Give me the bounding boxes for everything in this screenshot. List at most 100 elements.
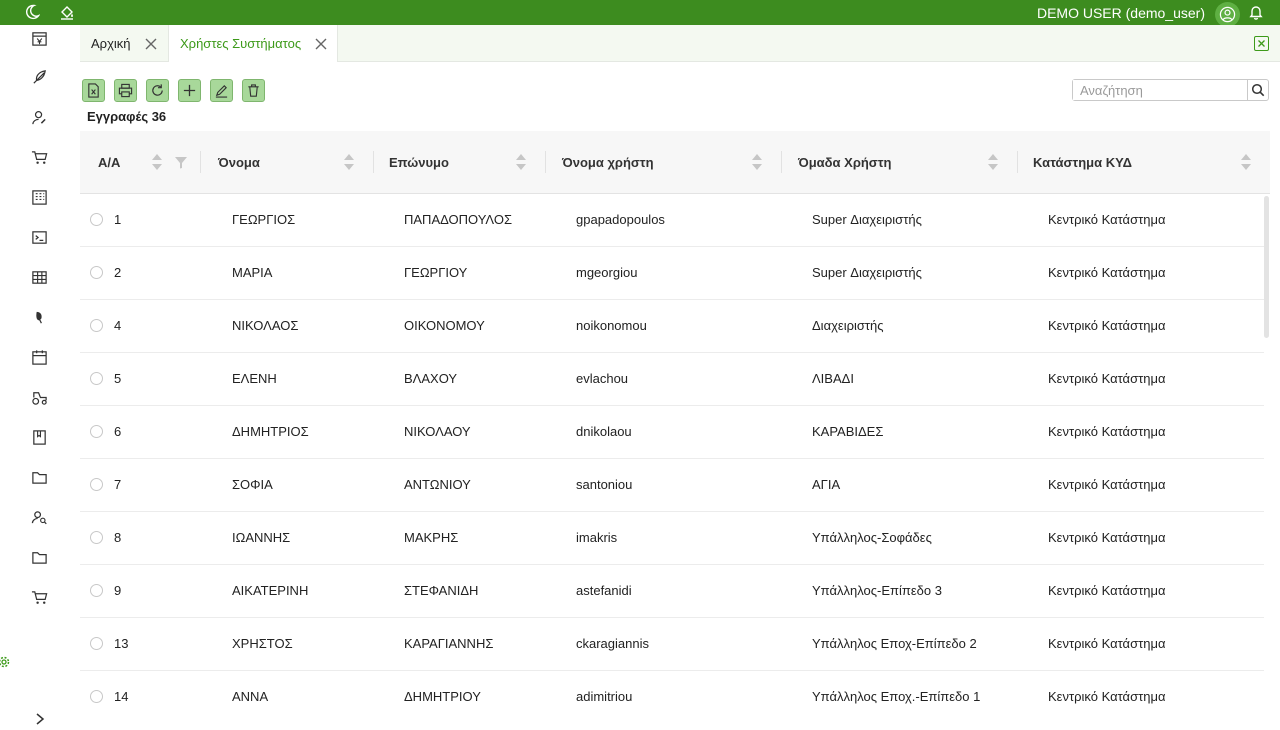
- users-search-icon[interactable]: [29, 507, 49, 527]
- cell-first-name: ΔΗΜΗΤΡΙΟΣ: [232, 424, 309, 439]
- tractor-icon[interactable]: [29, 387, 49, 407]
- user-edit-icon[interactable]: [29, 107, 49, 127]
- row-select-radio[interactable]: [90, 319, 103, 332]
- sort-icon[interactable]: [151, 151, 163, 173]
- table-row[interactable]: 2 ΜΑΡΙΑ ΓΕΩΡΓΙΟΥ mgeorgiou Super Διαχειρ…: [80, 247, 1264, 300]
- table-body: 1 ΓΕΩΡΓΙΟΣ ΠΑΠΑΔΟΠΟΥΛΟΣ gpapadopoulos Su…: [80, 194, 1270, 720]
- cell-username: imakris: [576, 530, 618, 545]
- cell-username: gpapadopoulos: [576, 212, 665, 227]
- column-header-aa[interactable]: Α/Α: [98, 155, 120, 170]
- sort-icon[interactable]: [987, 151, 999, 173]
- export-excel-button[interactable]: [82, 79, 105, 102]
- close-icon[interactable]: [313, 36, 329, 52]
- calendar-icon[interactable]: [29, 347, 49, 367]
- cell-user-group: Διαχειριστής: [812, 318, 884, 333]
- table-grid-icon[interactable]: [29, 267, 49, 287]
- expand-sidebar-icon[interactable]: [30, 708, 50, 730]
- row-select-radio[interactable]: [90, 637, 103, 650]
- sort-icon[interactable]: [1240, 151, 1252, 173]
- row-select-radio[interactable]: [90, 584, 103, 597]
- edit-button[interactable]: [210, 79, 233, 102]
- cell-username: mgeorgiou: [576, 265, 638, 280]
- row-select-radio[interactable]: [90, 266, 103, 279]
- table-row[interactable]: 4 ΝΙΚΟΛΑΟΣ ΟΙΚΟΝΟΜΟΥ noikonomou Διαχειρι…: [80, 300, 1264, 353]
- moon-icon[interactable]: [22, 2, 42, 22]
- column-separator: [200, 151, 201, 173]
- records-count: Εγγραφές 36: [87, 109, 167, 124]
- cart-icon[interactable]: [29, 587, 49, 607]
- cell-first-name: ΙΩΑΝΝΗΣ: [232, 530, 291, 545]
- tab-system-users[interactable]: Χρήστες Συστήματος: [168, 25, 338, 62]
- cell-store: Κεντρικό Κατάστημα: [1048, 318, 1166, 333]
- paint-bucket-icon[interactable]: [57, 2, 77, 22]
- feather-icon[interactable]: [29, 67, 49, 87]
- gear-icon[interactable]: [0, 652, 14, 672]
- cell-user-group: Super Διαχειριστής: [812, 212, 922, 227]
- column-separator: [373, 151, 374, 173]
- user-name[interactable]: DEMO USER (demo_user): [1037, 5, 1205, 21]
- terminal-icon[interactable]: [29, 227, 49, 247]
- table-row[interactable]: 8 ΙΩΑΝΝΗΣ ΜΑΚΡΗΣ imakris Υπάλληλος-Σοφάδ…: [80, 512, 1264, 565]
- row-select-radio[interactable]: [90, 372, 103, 385]
- close-all-tabs-icon[interactable]: [1254, 36, 1269, 51]
- table-row[interactable]: 1 ΓΕΩΡΓΙΟΣ ΠΑΠΑΔΟΠΟΥΛΟΣ gpapadopoulos Su…: [80, 194, 1264, 247]
- column-header-first-name[interactable]: Όνομα: [218, 155, 260, 170]
- cell-first-name: ΑΝΝΑ: [232, 689, 269, 704]
- folder-icon[interactable]: [29, 547, 49, 567]
- search-icon: [1251, 83, 1265, 97]
- cell-first-name: ΕΛΕΝΗ: [232, 371, 277, 386]
- calendar-yen-icon[interactable]: [29, 28, 49, 48]
- cell-last-name: ΝΙΚΟΛΑΟΥ: [404, 424, 471, 439]
- cell-user-group: Υπάλληλος-Επίπεδο 3: [812, 583, 942, 598]
- table-row[interactable]: 7 ΣΟΦΙΑ ΑΝΤΩΝΙΟΥ santoniou ΑΓΙΑ Κεντρικό…: [80, 459, 1264, 512]
- cell-last-name: ΟΙΚΟΝΟΜΟΥ: [404, 318, 485, 333]
- print-button[interactable]: [114, 79, 137, 102]
- column-header-user-group[interactable]: Όμαδα Χρήστη: [798, 155, 891, 170]
- cell-first-name: ΣΟΦΙΑ: [232, 477, 273, 492]
- building-icon[interactable]: [29, 187, 49, 207]
- row-select-radio[interactable]: [90, 213, 103, 226]
- folder-icon[interactable]: [29, 467, 49, 487]
- close-icon[interactable]: [143, 36, 159, 52]
- sort-icon[interactable]: [751, 151, 763, 173]
- table-row[interactable]: 9 ΑΙΚΑΤΕΡΙΝΗ ΣΤΕΦΑΝΙΔΗ astefanidi Υπάλλη…: [80, 565, 1264, 618]
- search-button[interactable]: [1247, 80, 1268, 100]
- column-header-username[interactable]: Όνομα χρήστη: [562, 155, 654, 170]
- bell-icon[interactable]: [1246, 2, 1266, 22]
- cart-icon[interactable]: [29, 147, 49, 167]
- row-select-radio[interactable]: [90, 425, 103, 438]
- printer-icon: [118, 83, 133, 98]
- cell-first-name: ΓΕΩΡΓΙΟΣ: [232, 212, 296, 227]
- refresh-button[interactable]: [146, 79, 169, 102]
- table-scrollbar[interactable]: [1264, 196, 1269, 338]
- cell-user-group: Υπάλληλος-Σοφάδες: [812, 530, 932, 545]
- delete-button[interactable]: [242, 79, 265, 102]
- cell-user-group: ΚΑΡΑΒΙΔΕΣ: [812, 424, 884, 439]
- cell-aa: 8: [114, 530, 122, 545]
- tab-label: Χρήστες Συστήματος: [180, 36, 302, 51]
- leaf-icon[interactable]: [29, 307, 49, 327]
- search-input[interactable]: [1073, 80, 1247, 100]
- book-icon[interactable]: [29, 427, 49, 447]
- table-header: Α/Α Όνομα Επώνυμο Όνομα χρήστη Όμαδα Χρή…: [80, 131, 1270, 194]
- cell-aa: 1: [114, 212, 122, 227]
- table-row[interactable]: 6 ΔΗΜΗΤΡΙΟΣ ΝΙΚΟΛΑΟΥ dnikolaou ΚΑΡΑΒΙΔΕΣ…: [80, 406, 1264, 459]
- column-header-store[interactable]: Κατάστημα ΚΥΔ: [1033, 155, 1132, 170]
- cell-store: Κεντρικό Κατάστημα: [1048, 477, 1166, 492]
- filter-icon[interactable]: [174, 156, 188, 169]
- sort-icon[interactable]: [515, 151, 527, 173]
- row-select-radio[interactable]: [90, 478, 103, 491]
- cell-username: astefanidi: [576, 583, 632, 598]
- sort-icon[interactable]: [343, 151, 355, 173]
- tab-home[interactable]: Αρχική: [80, 25, 166, 62]
- avatar[interactable]: [1215, 2, 1240, 27]
- row-select-radio[interactable]: [90, 690, 103, 703]
- table-row[interactable]: 14 ΑΝΝΑ ΔΗΜΗΤΡΙΟΥ adimitriou Υπάλληλος Ε…: [80, 671, 1264, 720]
- cell-store: Κεντρικό Κατάστημα: [1048, 689, 1166, 704]
- table-row[interactable]: 5 ΕΛΕΝΗ ΒΛΑΧΟΥ evlachou ΛΙΒΑΔΙ Κεντρικό …: [80, 353, 1264, 406]
- table-row[interactable]: 13 ΧΡΗΣΤΟΣ ΚΑΡΑΓΙΑΝΝΗΣ ckaragiannis Υπάλ…: [80, 618, 1264, 671]
- add-button[interactable]: [178, 79, 201, 102]
- tab-bar: Αρχική Χρήστες Συστήματος: [80, 25, 1280, 62]
- column-header-last-name[interactable]: Επώνυμο: [389, 155, 449, 170]
- row-select-radio[interactable]: [90, 531, 103, 544]
